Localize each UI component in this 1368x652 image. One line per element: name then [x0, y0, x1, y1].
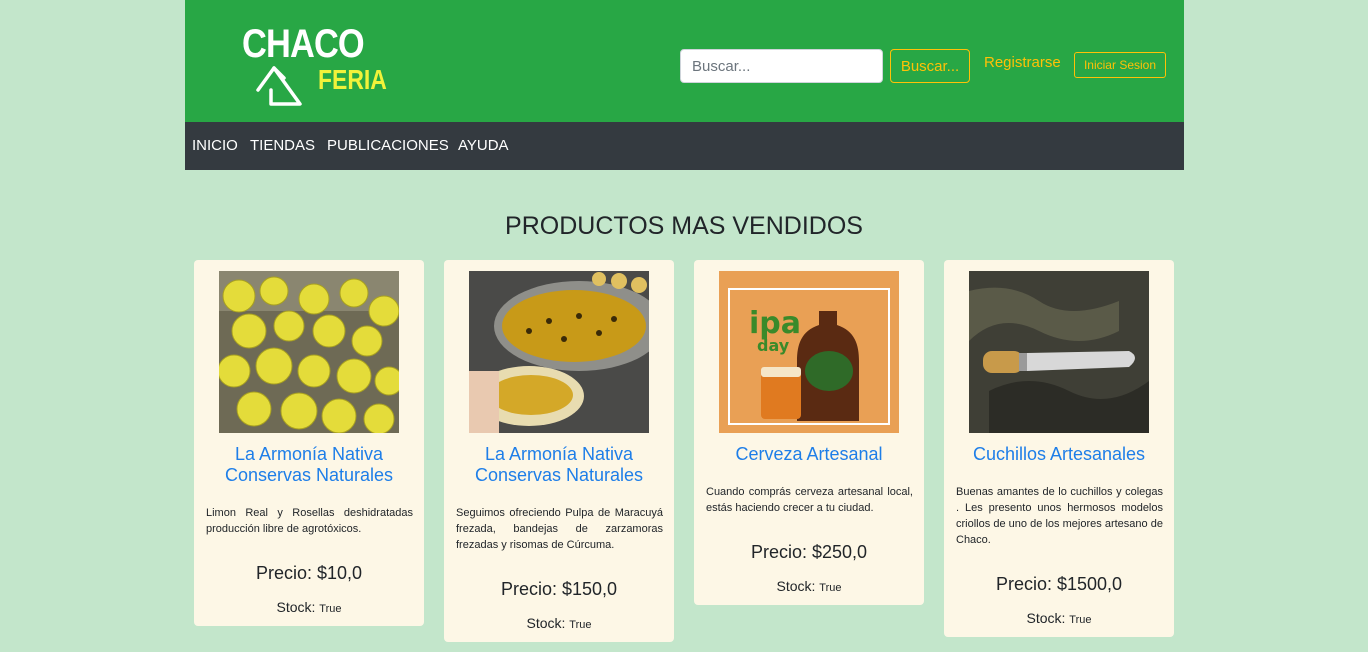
svg-text:day: day	[757, 336, 790, 355]
product-title[interactable]: Cuchillos Artesanales	[944, 444, 1174, 465]
lemons-image[interactable]	[219, 271, 399, 433]
product-card: Cuchillos Artesanales Buenas amantes de …	[944, 260, 1174, 637]
logo-text-bottom: FERIA	[318, 64, 387, 95]
stock-value: True	[569, 619, 592, 631]
chaco-feria-logo[interactable]: CHACO FERIA	[241, 24, 391, 114]
product-card: La Armonía Nativa Conservas Naturales Se…	[444, 260, 674, 642]
product-title[interactable]: La Armonía Nativa Conservas Naturales	[444, 444, 674, 486]
knife-image[interactable]	[969, 271, 1149, 433]
product-stock: Stock: True	[944, 610, 1174, 626]
product-price: Precio: $150,0	[500, 579, 618, 599]
stock-label: Stock:	[1026, 610, 1066, 626]
house-icon	[256, 66, 302, 106]
stock-value: True	[819, 582, 842, 594]
stock-value: True	[1069, 614, 1092, 626]
search-button[interactable]: Buscar...	[890, 49, 970, 83]
stock-label: Stock:	[276, 599, 316, 615]
nav-item-tiendas[interactable]: TIENDAS	[250, 137, 315, 154]
product-price: Precio: $250,0	[750, 542, 868, 562]
passion-fruit-image[interactable]	[469, 271, 649, 433]
product-price: Precio: $1500,0	[995, 574, 1123, 594]
nav-item-publicaciones[interactable]: PUBLICACIONES	[327, 137, 449, 154]
product-stock: Stock: True	[694, 578, 924, 594]
product-stock: Stock: True	[444, 615, 674, 631]
stock-label: Stock:	[776, 578, 816, 594]
logo-text-top: CHACO	[242, 22, 365, 66]
stock-value: True	[319, 603, 342, 615]
nav-item-inicio[interactable]: INICIO	[192, 137, 238, 154]
login-button[interactable]: Iniciar Sesion	[1074, 52, 1166, 78]
product-price: Precio: $10,0	[255, 563, 363, 583]
product-title[interactable]: Cerveza Artesanal	[694, 444, 924, 465]
site-header: CHACO FERIA Buscar... Registrarse Inicia…	[185, 0, 1184, 122]
product-card: La Armonía Nativa Conservas Naturales Li…	[194, 260, 424, 626]
beer-image[interactable]: ipa day	[719, 271, 899, 433]
product-card: ipa day Cerveza Artesanal Cuando comprás…	[694, 260, 924, 605]
stock-label: Stock:	[526, 615, 566, 631]
product-title[interactable]: La Armonía Nativa Conservas Naturales	[194, 444, 424, 486]
product-description: Cuando comprás cerveza artesanal local, …	[706, 486, 913, 514]
search-input[interactable]	[680, 49, 883, 83]
product-description: Limon Real y Rosellas deshidratadas prod…	[206, 507, 413, 535]
page-wrapper: CHACO FERIA Buscar... Registrarse Inicia…	[185, 0, 1184, 170]
product-stock: Stock: True	[194, 599, 424, 615]
register-link[interactable]: Registrarse	[984, 54, 1061, 71]
product-description: Seguimos ofreciendo Pulpa de Maracuyá fr…	[456, 507, 663, 551]
section-title: PRODUCTOS MAS VENDIDOS	[505, 212, 863, 240]
product-description: Buenas amantes de lo cuchillos y colegas…	[956, 486, 1163, 546]
nav-item-ayuda[interactable]: AYUDA	[458, 137, 509, 154]
main-navbar: INICIO TIENDAS PUBLICACIONES AYUDA	[185, 122, 1184, 170]
